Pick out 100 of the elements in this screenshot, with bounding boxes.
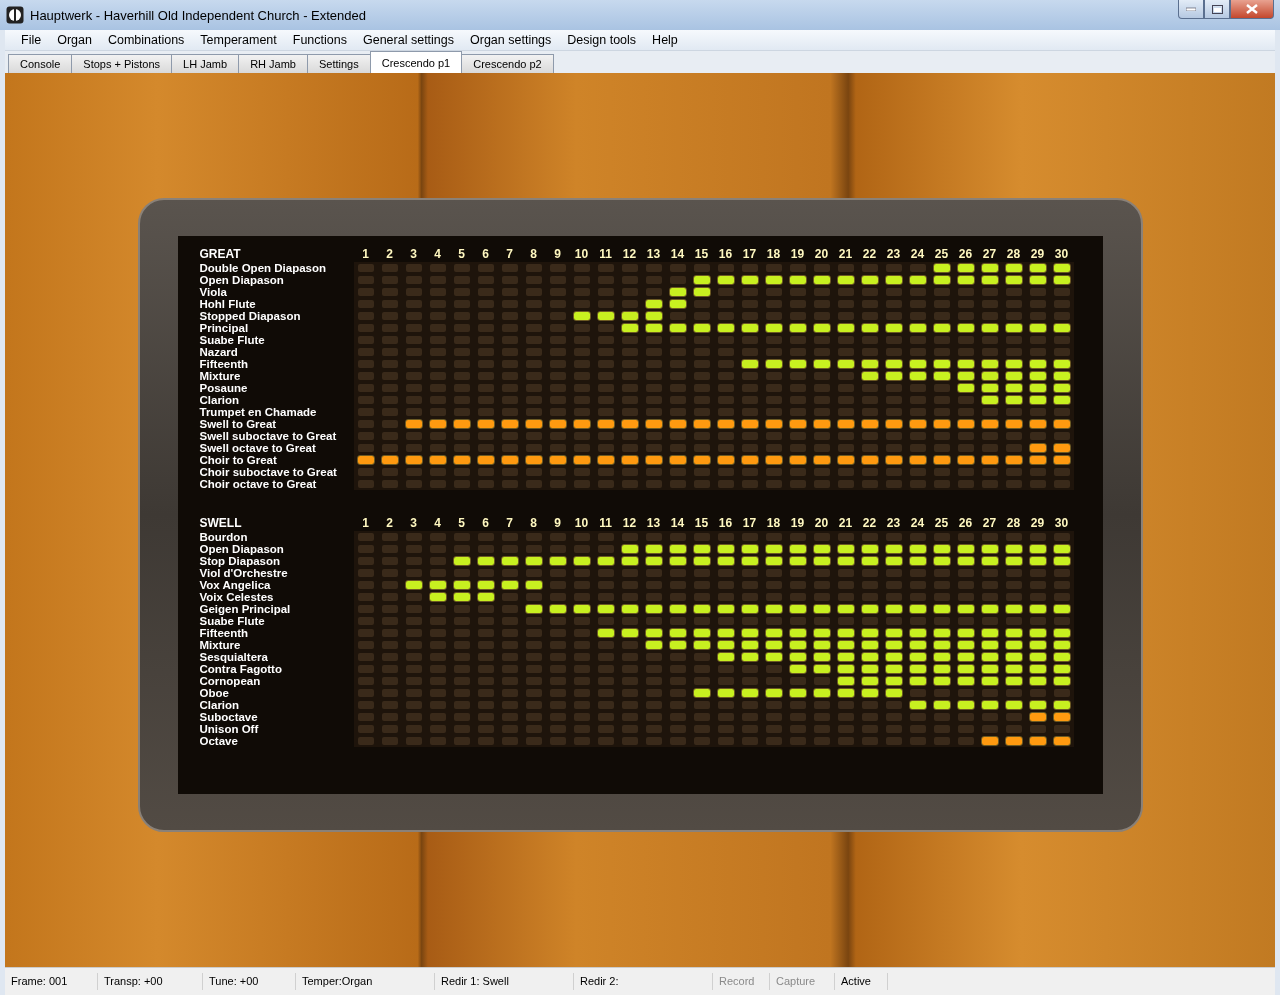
column-number: 5 [457, 515, 466, 531]
status-field: Frame: 001 [5, 973, 98, 990]
tab[interactable]: Console [8, 54, 73, 73]
menu-item[interactable]: Design tools [559, 33, 645, 47]
stop-name: Hohl Flute [199, 298, 257, 310]
column-number: 23 [885, 246, 902, 262]
column-number: 8 [529, 515, 538, 531]
column-number: 26 [957, 515, 974, 531]
column-number: 29 [1029, 246, 1046, 262]
column-number: 21 [837, 246, 854, 262]
column-number: 27 [981, 515, 998, 531]
tab[interactable]: RH Jamb [238, 54, 308, 73]
close-button[interactable] [1230, 0, 1274, 19]
column-number: 27 [981, 246, 998, 262]
column-number: 14 [669, 515, 686, 531]
column-number: 16 [717, 515, 734, 531]
close-icon [1246, 4, 1258, 14]
minimize-button[interactable] [1178, 0, 1204, 19]
stop-name: Cornopean [199, 675, 262, 687]
maximize-button[interactable] [1204, 0, 1230, 19]
menu-item[interactable]: Organ [49, 33, 100, 47]
section-title: GREAT [199, 246, 242, 262]
menu-item[interactable]: File [13, 33, 50, 47]
stop-name: Double Open Diapason [199, 262, 327, 274]
maximize-icon [1211, 4, 1223, 14]
column-number: 19 [789, 515, 806, 531]
status-field: Capture [770, 973, 835, 990]
column-number: 4 [433, 515, 442, 531]
minimize-icon [1186, 7, 1196, 11]
column-number: 13 [645, 246, 662, 262]
column-number: 2 [385, 515, 394, 531]
column-number: 7 [505, 515, 514, 531]
column-number: 24 [909, 515, 926, 531]
column-number: 23 [885, 515, 902, 531]
stop-name: Unison Off [199, 723, 260, 735]
stop-name: Trumpet en Chamade [199, 406, 318, 418]
column-number: 28 [1005, 246, 1022, 262]
column-number: 9 [553, 246, 562, 262]
column-number: 16 [717, 246, 734, 262]
column-number: 15 [693, 246, 710, 262]
menu-item[interactable]: Organ settings [462, 33, 560, 47]
stop-name: Open Diapason [199, 274, 285, 286]
column-number: 21 [837, 515, 854, 531]
menu-item[interactable]: General settings [355, 33, 462, 47]
menu-item[interactable]: Functions [284, 33, 355, 47]
stop-name: Suabe Flute [199, 615, 266, 627]
column-number: 26 [957, 246, 974, 262]
stop-name: Oboe [199, 687, 230, 699]
column-number: 7 [505, 246, 514, 262]
column-number: 13 [645, 515, 662, 531]
menu-item[interactable]: Help [644, 33, 686, 47]
column-number: 2 [385, 246, 394, 262]
stop-name: Mixture [199, 639, 242, 651]
column-number: 17 [741, 515, 758, 531]
column-number: 18 [765, 246, 782, 262]
stop-name: Clarion [199, 394, 241, 406]
column-number: 11 [598, 246, 613, 262]
stop-name: Swell suboctave to Great [199, 430, 338, 442]
stop-name: Viola [199, 286, 228, 298]
column-number: 3 [409, 515, 418, 531]
column-number: 30 [1053, 246, 1070, 262]
stop-name: Fifteenth [199, 627, 250, 639]
column-number: 6 [481, 515, 490, 531]
stop-name: Bourdon [199, 531, 249, 543]
stop-name: Choir to Great [199, 454, 278, 466]
column-number: 22 [861, 515, 878, 531]
stop-name: Clarion [199, 699, 241, 711]
stop-name: Posaune [199, 382, 249, 394]
stop-name: Choir octave to Great [199, 478, 318, 490]
column-number: 11 [598, 515, 613, 531]
column-number: 14 [669, 246, 686, 262]
menu-item[interactable]: Combinations [99, 33, 193, 47]
status-field: Redir 1: Swell [435, 973, 574, 990]
column-number: 1 [361, 515, 370, 531]
column-number: 10 [573, 246, 590, 262]
tab[interactable]: LH Jamb [171, 54, 240, 73]
status-field: Active [835, 973, 888, 990]
tab[interactable]: Stops + Pistons [71, 54, 173, 73]
column-number: 20 [813, 515, 830, 531]
status-field: Tune: +00 [203, 973, 296, 990]
status-field: Temper:Organ [296, 973, 435, 990]
column-number: 28 [1005, 515, 1022, 531]
column-number: 3 [409, 246, 418, 262]
column-number: 29 [1029, 515, 1046, 531]
stop-name: Suabe Flute [199, 334, 266, 346]
stop-name: Swell octave to Great [199, 442, 317, 454]
section-title: SWELL [199, 515, 243, 531]
tab[interactable]: Crescendo p2 [461, 54, 554, 73]
stop-name: Sesquialtera [199, 651, 269, 663]
tab[interactable]: Settings [307, 54, 371, 73]
stop-name: Stop Diapason [199, 555, 281, 567]
column-number: 24 [909, 246, 926, 262]
menu-item[interactable]: Temperament [192, 33, 285, 47]
stop-name: Vox Angelica [199, 579, 272, 591]
tab[interactable]: Crescendo p1 [369, 51, 463, 73]
column-number: 20 [813, 246, 830, 262]
column-number: 5 [457, 246, 466, 262]
stop-name: Contra Fagotto [199, 663, 283, 675]
stop-name: Principal [199, 322, 250, 334]
stop-name: Swell to Great [199, 418, 278, 430]
